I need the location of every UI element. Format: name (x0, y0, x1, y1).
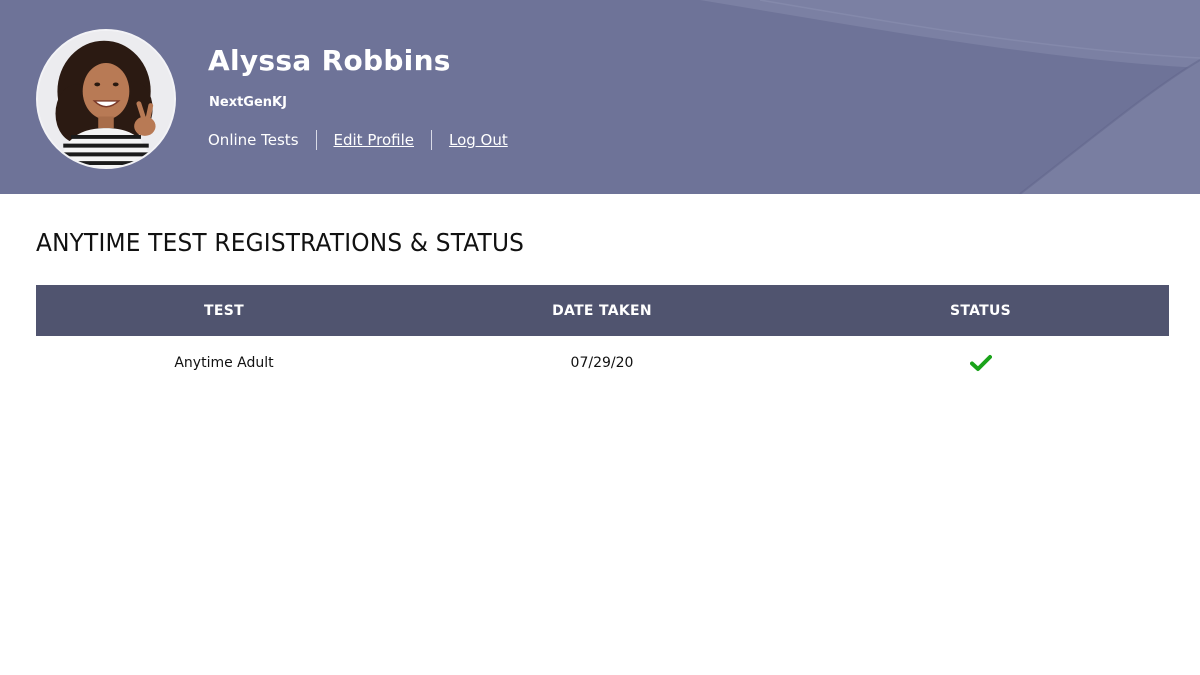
header-background-curves (700, 0, 1200, 194)
section-title: ANYTIME TEST REGISTRATIONS & STATUS (36, 228, 525, 257)
profile-name: Alyssa Robbins (208, 44, 451, 77)
checkmark-icon (969, 355, 992, 371)
profile-username: NextGenKJ (209, 95, 287, 110)
avatar-portrait-icon (38, 31, 174, 167)
column-header-test: TEST (204, 302, 244, 319)
nav-separator (315, 130, 317, 150)
profile-header: Alyssa Robbins NextGenKJ Online Tests Ed… (0, 0, 1200, 194)
profile-nav: Online Tests Edit Profile Log Out (208, 130, 508, 150)
table-header-row: TEST DATE TAKEN STATUS (36, 285, 1169, 336)
cell-date-taken: 07/29/20 (570, 355, 634, 371)
nav-online-tests-link[interactable]: Online Tests (208, 131, 299, 149)
avatar (36, 29, 176, 169)
column-header-status: STATUS (949, 302, 1012, 319)
nav-separator (430, 130, 432, 150)
cell-status (792, 354, 1169, 372)
nav-log-out-link[interactable]: Log Out (449, 131, 508, 149)
registrations-table: TEST DATE TAKEN STATUS Anytime Adult 07/… (36, 285, 1169, 390)
cell-test: Anytime Adult (174, 355, 274, 371)
nav-edit-profile-link[interactable]: Edit Profile (334, 131, 414, 149)
table-row: Anytime Adult 07/29/20 (36, 336, 1169, 390)
column-header-date-taken: DATE TAKEN (552, 302, 652, 319)
